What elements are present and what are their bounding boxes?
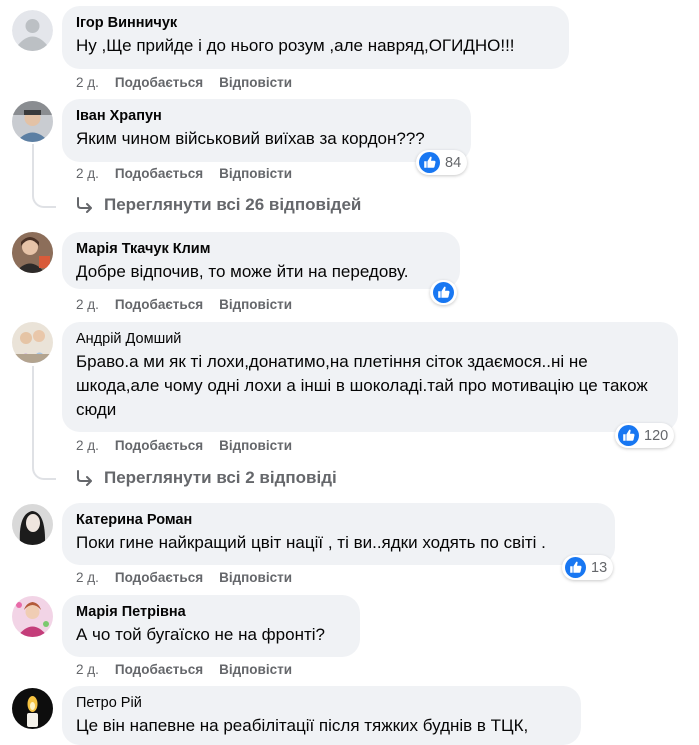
thumbs-up-icon [433, 282, 454, 303]
comment-bubble: Петро Рій Це він напевне на реабілітації… [62, 686, 581, 745]
comment-text: Ну ,Ще прийде і до нього розум ,але навр… [76, 36, 515, 55]
reaction-count[interactable]: 13 [562, 555, 614, 580]
comment-actions: 2 д. Подобається Відповісти [76, 570, 292, 585]
like-button[interactable]: Подобається [115, 75, 203, 90]
comment-actions: 2 д. Подобається Відповісти [76, 297, 292, 312]
comment-bubble: Марія Петрівна А чо той бугаїско не на ф… [62, 595, 360, 657]
reply-button[interactable]: Відповісти [219, 166, 292, 181]
reaction-number: 120 [644, 427, 669, 444]
comment-author[interactable]: Катерина Роман [76, 511, 602, 529]
comment-time[interactable]: 2 д. [76, 438, 99, 453]
view-replies-label: Переглянути всі 26 відповідей [104, 195, 362, 214]
reply-arrow-icon [77, 470, 92, 486]
reaction-count[interactable]: 84 [416, 150, 468, 175]
reply-button[interactable]: Відповісти [219, 662, 292, 677]
comment-text: А чо той бугаїско не на фронті? [76, 625, 325, 644]
comment-time[interactable]: 2 д. [76, 662, 99, 677]
comment-bubble: Іван Храпун Яким чином військовий виїхав… [62, 99, 471, 162]
thumbs-up-icon [419, 152, 440, 173]
reaction-number: 84 [445, 154, 462, 171]
candle-avatar[interactable] [12, 688, 53, 729]
thread-line [32, 144, 56, 208]
comment-author[interactable]: Марія Ткачук Клим [76, 240, 447, 258]
comment-actions: 2 д. Подобається Відповісти [76, 166, 292, 181]
like-button[interactable]: Подобається [115, 297, 203, 312]
reply-button[interactable]: Відповісти [219, 297, 292, 312]
comment-bubble: Ігор Винничук Ну ,Ще прийде і до нього р… [62, 6, 569, 69]
view-replies-link[interactable]: Переглянути всі 2 відповіді [76, 468, 337, 488]
avatar[interactable] [12, 504, 53, 545]
comment-text: Яким чином військовий виїхав за кордон??… [76, 129, 425, 148]
comment-time[interactable]: 2 д. [76, 166, 99, 181]
like-button[interactable]: Подобається [115, 438, 203, 453]
comment-time[interactable]: 2 д. [76, 570, 99, 585]
view-replies-label: Переглянути всі 2 відповіді [104, 468, 337, 487]
reply-button[interactable]: Відповісти [219, 75, 292, 90]
reaction-count[interactable] [430, 280, 457, 305]
reaction-number: 13 [591, 559, 608, 576]
avatar[interactable] [12, 232, 53, 273]
comment-author[interactable]: Марія Петрівна [76, 603, 347, 621]
like-button[interactable]: Подобається [115, 662, 203, 677]
comment-actions: 2 д. Подобається Відповісти [76, 75, 292, 90]
comment-bubble: Андрій Домший Браво.а ми як ті лохи,дона… [62, 322, 678, 432]
view-replies-link[interactable]: Переглянути всі 26 відповідей [76, 195, 361, 215]
comment-text: Це він напевне на реабілітації після тяж… [76, 716, 529, 735]
comment-text: Поки гине найкращий цвіт нації , ті ви..… [76, 533, 546, 552]
reply-button[interactable]: Відповісти [219, 438, 292, 453]
comment-time[interactable]: 2 д. [76, 75, 99, 90]
reply-button[interactable]: Відповісти [219, 570, 292, 585]
reaction-count[interactable]: 120 [615, 423, 675, 448]
thumbs-up-icon [618, 425, 639, 446]
comment-actions: 2 д. Подобається Відповісти [76, 438, 292, 453]
like-button[interactable]: Подобається [115, 570, 203, 585]
avatar[interactable] [12, 322, 53, 363]
comment-text: Добре відпочив, то може йти на передову. [76, 262, 409, 281]
comment-bubble: Катерина Роман Поки гине найкращий цвіт … [62, 503, 615, 565]
comment-author[interactable]: Ігор Винничук [76, 14, 556, 32]
comment-actions: 2 д. Подобається Відповісти [76, 662, 292, 677]
avatar[interactable] [12, 101, 53, 142]
default-avatar-icon[interactable] [12, 10, 53, 51]
comment-time[interactable]: 2 д. [76, 297, 99, 312]
avatar[interactable] [12, 596, 53, 637]
thumbs-up-icon [565, 557, 586, 578]
like-button[interactable]: Подобається [115, 166, 203, 181]
comment-author[interactable]: Петро Рій [76, 694, 568, 712]
comment-author[interactable]: Андрій Домший [76, 330, 665, 348]
comment-text: Браво.а ми як ті лохи,донатимо,на плетін… [76, 352, 648, 419]
comment-bubble: Марія Ткачук Клим Добре відпочив, то мож… [62, 232, 460, 289]
thread-line [32, 366, 56, 480]
comment-author[interactable]: Іван Храпун [76, 107, 458, 125]
reply-arrow-icon [77, 197, 92, 213]
